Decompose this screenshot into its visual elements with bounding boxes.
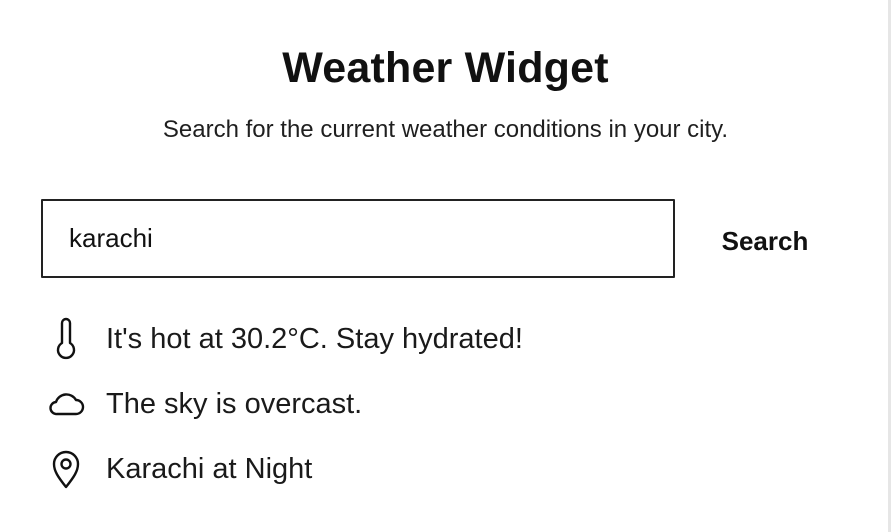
temperature-result: It's hot at 30.2°C. Stay hydrated! bbox=[42, 314, 523, 364]
temperature-text: It's hot at 30.2°C. Stay hydrated! bbox=[106, 322, 523, 355]
location-text: Karachi at Night bbox=[106, 452, 313, 485]
page-title: Weather Widget bbox=[282, 44, 609, 92]
sky-condition-result: The sky is overcast. bbox=[42, 379, 362, 429]
location-result: Karachi at Night bbox=[42, 444, 312, 494]
map-pin-icon bbox=[42, 445, 90, 493]
page-subtitle: Search for the current weather condition… bbox=[162, 116, 729, 143]
thermometer-icon bbox=[42, 315, 90, 363]
search-button[interactable]: Search bbox=[705, 215, 825, 267]
cloud-icon bbox=[42, 380, 90, 428]
weather-widget-page: Weather Widget Search for the current we… bbox=[0, 0, 891, 532]
city-search-input[interactable] bbox=[41, 199, 675, 278]
sky-condition-text: The sky is overcast. bbox=[106, 387, 363, 420]
